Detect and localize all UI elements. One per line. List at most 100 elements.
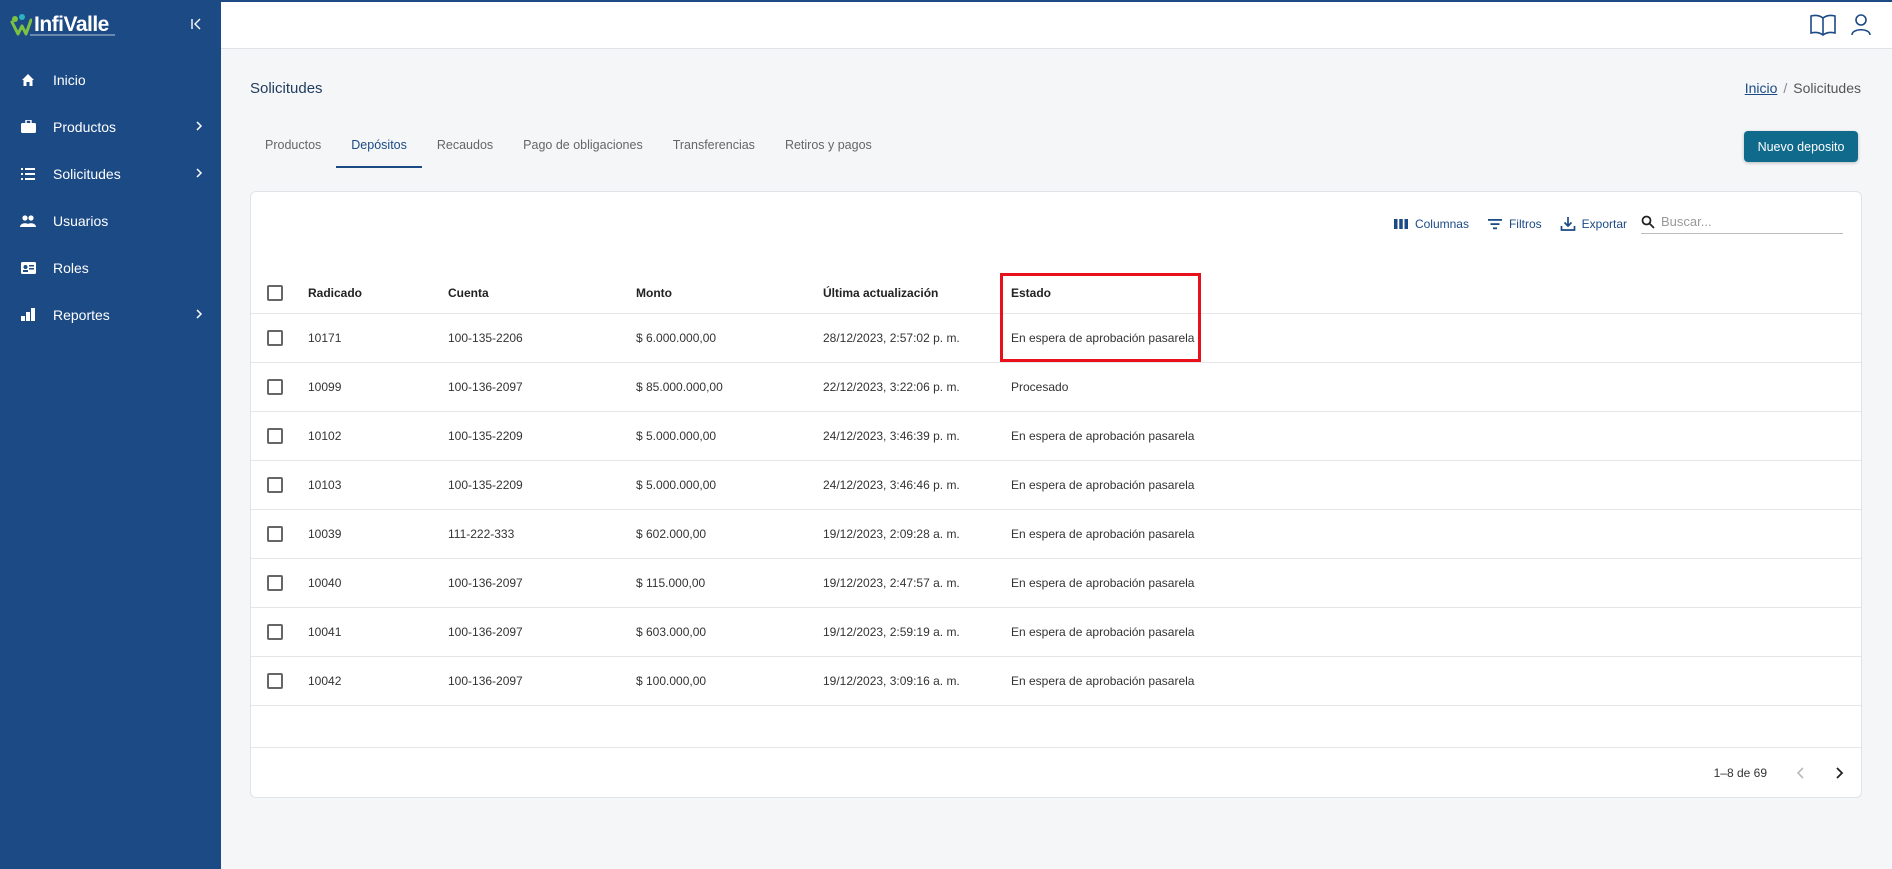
collapse-sidebar-button[interactable] [187, 15, 205, 33]
sidebar-item-label: Usuarios [53, 212, 109, 229]
row-select-cell [251, 477, 308, 493]
table-row[interactable]: 10103 100-135-2209 $ 5.000.000,00 24/12/… [251, 461, 1861, 510]
row-select-cell [251, 330, 308, 346]
tabs: Productos Depósitos Recaudos Pago de obl… [250, 130, 887, 168]
select-all-checkbox[interactable] [267, 284, 283, 301]
sidebar-item-label: Roles [53, 259, 89, 276]
breadcrumb-home-link[interactable]: Inicio [1745, 80, 1778, 96]
cell-monto: $ 100.000,00 [636, 674, 707, 688]
select-all-cell [251, 284, 308, 301]
chevron-right-icon [1836, 766, 1844, 779]
tab-depositos[interactable]: Depósitos [336, 130, 422, 168]
next-page-button[interactable] [1829, 763, 1849, 783]
cell-radicado: 10103 [308, 478, 342, 492]
logo-mark-icon [10, 14, 32, 36]
home-icon [20, 72, 36, 88]
row-checkbox[interactable] [267, 673, 283, 689]
filters-button[interactable]: Filtros [1487, 216, 1542, 232]
row-checkbox[interactable] [267, 379, 283, 395]
cell-estado: Procesado [1011, 380, 1069, 394]
cell-ultima-actualizacion: 22/12/2023, 3:22:06 p. m. [823, 380, 960, 394]
chevron-right-icon [196, 121, 203, 131]
column-header-cuenta[interactable]: Cuenta [448, 286, 636, 300]
sidebar-item-label: Inicio [53, 71, 86, 88]
search-input[interactable] [1661, 214, 1831, 229]
table-row[interactable]: 10171 100-135-2206 $ 6.000.000,00 28/12/… [251, 314, 1861, 363]
sidebar-item-roles[interactable]: Roles [0, 244, 221, 291]
row-checkbox[interactable] [267, 575, 283, 591]
cell-radicado: 10171 [308, 331, 342, 345]
table-header-row: Radicado Cuenta Monto Última actualizaci… [251, 272, 1861, 314]
cell-radicado: 10041 [308, 625, 342, 639]
chevron-left-icon [1796, 766, 1804, 779]
sidebar-nav: Inicio Productos Solicitudes Usuarios Ro… [0, 56, 221, 338]
cell-ultima-actualizacion: 19/12/2023, 2:47:57 a. m. [823, 576, 960, 590]
cell-monto: $ 6.000.000,00 [636, 331, 717, 345]
pagination: 1–8 de 69 [251, 747, 1861, 797]
column-header-ultima-actualizacion[interactable]: Última actualización [823, 286, 1011, 300]
sidebar-item-label: Productos [53, 118, 117, 135]
sidebar: InfiValle Inicio Productos Solicitudes U… [0, 0, 221, 869]
tab-retiros-y-pagos[interactable]: Retiros y pagos [770, 130, 887, 168]
pagination-range: 1–8 de 69 [1713, 765, 1767, 780]
cell-ultima-actualizacion: 24/12/2023, 3:46:39 p. m. [823, 429, 960, 443]
manual-button[interactable] [1810, 12, 1836, 38]
table-row[interactable]: 10040 100-136-2097 $ 115.000,00 19/12/20… [251, 559, 1861, 608]
table-toolbar: Columnas Filtros Exportar [1393, 214, 1843, 234]
cell-radicado: 10040 [308, 576, 342, 590]
sidebar-item-productos[interactable]: Productos [0, 103, 221, 150]
bar-chart-icon [20, 307, 36, 323]
row-select-cell [251, 673, 308, 689]
row-checkbox[interactable] [267, 330, 283, 346]
tab-productos[interactable]: Productos [250, 130, 336, 168]
column-header-monto[interactable]: Monto [636, 286, 823, 300]
cell-cuenta: 111-222-333 [448, 527, 515, 541]
column-header-radicado[interactable]: Radicado [308, 286, 448, 300]
cell-monto: $ 5.000.000,00 [636, 429, 717, 443]
row-checkbox[interactable] [267, 477, 283, 493]
cell-ultima-actualizacion: 28/12/2023, 2:57:02 p. m. [823, 331, 960, 345]
deposits-table-card: Columnas Filtros Exportar Radicado Cuent… [250, 191, 1862, 798]
row-select-cell [251, 624, 308, 640]
export-button[interactable]: Exportar [1560, 216, 1627, 232]
export-label: Exportar [1581, 217, 1627, 231]
table-row[interactable]: 10042 100-136-2097 $ 100.000,00 19/12/20… [251, 657, 1861, 706]
sidebar-item-inicio[interactable]: Inicio [0, 56, 221, 103]
cell-estado: En espera de aprobación pasarela [1011, 429, 1195, 443]
filters-label: Filtros [1508, 217, 1542, 231]
table-row[interactable]: 10041 100-136-2097 $ 603.000,00 19/12/20… [251, 608, 1861, 657]
table-row[interactable]: 10102 100-135-2209 $ 5.000.000,00 24/12/… [251, 412, 1861, 461]
id-card-icon [20, 260, 36, 276]
cell-cuenta: 100-135-2209 [448, 429, 523, 443]
collapse-icon [191, 18, 201, 30]
column-header-estado[interactable]: Estado [1011, 286, 1261, 300]
cell-ultima-actualizacion: 19/12/2023, 2:59:19 a. m. [823, 625, 960, 639]
previous-page-button[interactable] [1791, 763, 1811, 783]
download-icon [1560, 217, 1575, 231]
cell-monto: $ 602.000,00 [636, 527, 707, 541]
chevron-right-icon [196, 168, 203, 178]
cell-estado: En espera de aprobación pasarela [1011, 674, 1195, 688]
tab-recaudos[interactable]: Recaudos [422, 130, 508, 168]
row-checkbox[interactable] [267, 526, 283, 542]
topbar [221, 0, 1892, 49]
columns-icon [1393, 219, 1408, 229]
brand: InfiValle [0, 0, 221, 50]
columns-button[interactable]: Columnas [1393, 216, 1469, 232]
sidebar-item-solicitudes[interactable]: Solicitudes [0, 150, 221, 197]
sidebar-item-reportes[interactable]: Reportes [0, 291, 221, 338]
user-profile-button[interactable] [1848, 12, 1874, 38]
row-checkbox[interactable] [267, 428, 283, 444]
sidebar-item-usuarios[interactable]: Usuarios [0, 197, 221, 244]
breadcrumb: Inicio / Solicitudes [1745, 80, 1861, 96]
tab-transferencias[interactable]: Transferencias [658, 130, 770, 168]
cell-monto: $ 5.000.000,00 [636, 478, 717, 492]
table-row[interactable]: 10099 100-136-2097 $ 85.000.000,00 22/12… [251, 363, 1861, 412]
table-row[interactable]: 10039 111-222-333 $ 602.000,00 19/12/202… [251, 510, 1861, 559]
row-checkbox[interactable] [267, 624, 283, 640]
chevron-right-icon [196, 309, 203, 319]
sidebar-item-label: Reportes [53, 306, 110, 323]
new-deposit-button[interactable]: Nuevo deposito [1744, 131, 1858, 162]
tab-pago-de-obligaciones[interactable]: Pago de obligaciones [508, 130, 658, 168]
breadcrumb-separator: / [1783, 80, 1788, 96]
